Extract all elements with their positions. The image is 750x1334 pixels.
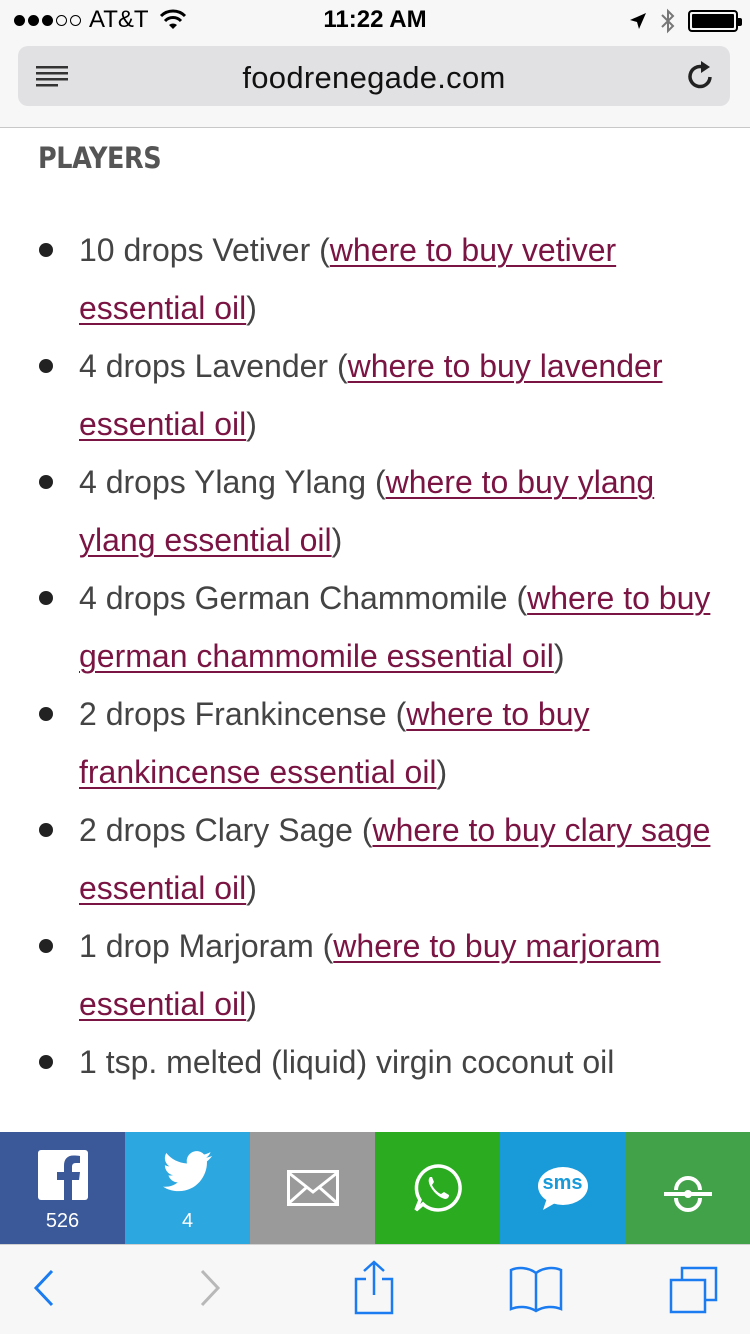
- facebook-share-count: 526: [45, 1210, 80, 1232]
- share-bar: 526 4 sms: [0, 1132, 750, 1244]
- item-suffix: ): [246, 406, 257, 442]
- ingredient-list: 10 drops Vetiver (where to buy vetiver e…: [0, 221, 750, 1091]
- item-text: 10 drops Vetiver (: [79, 232, 330, 268]
- more-share-button[interactable]: [625, 1132, 750, 1244]
- facebook-share-button[interactable]: 526: [0, 1132, 125, 1244]
- item-text: 1 tsp. melted (liquid) virgin coconut oi…: [79, 1044, 615, 1080]
- article-content: PLAYERS 10 drops Vetiver (where to buy v…: [0, 129, 750, 1132]
- list-item: 1 drop Marjoram (where to buy marjoram e…: [0, 917, 750, 1033]
- address-bar[interactable]: foodrenegade.com: [18, 46, 730, 106]
- item-suffix: ): [553, 638, 565, 674]
- location-arrow-icon: [630, 13, 646, 29]
- item-text: 2 drops Clary Sage (: [79, 812, 373, 848]
- sms-label: sms: [542, 1172, 583, 1194]
- item-suffix: ): [246, 870, 257, 906]
- twitter-share-count: 4: [181, 1210, 194, 1232]
- item-suffix: ): [246, 290, 257, 326]
- share-icon[interactable]: [352, 1259, 396, 1317]
- whatsapp-share-button[interactable]: [375, 1132, 500, 1244]
- status-right: [628, 8, 742, 34]
- sms-share-button[interactable]: sms: [500, 1132, 625, 1244]
- tabs-icon[interactable]: [668, 1265, 720, 1315]
- bluetooth-icon: [661, 8, 675, 34]
- email-icon: [286, 1170, 339, 1206]
- facebook-icon: [37, 1150, 88, 1200]
- item-text: 2 drops Frankincense (: [79, 696, 407, 732]
- list-item: 2 drops Frankincense (where to buy frank…: [0, 685, 750, 801]
- item-text: 4 drops Ylang Ylang (: [79, 464, 386, 500]
- twitter-icon: [162, 1151, 212, 1192]
- forward-icon[interactable]: [198, 1265, 224, 1311]
- item-text: 1 drop Marjoram (: [79, 928, 334, 964]
- list-item: 4 drops German Chammomile (where to buy …: [0, 569, 750, 685]
- whatsapp-icon: [413, 1164, 462, 1212]
- battery-icon: [688, 10, 742, 32]
- item-suffix: ): [436, 754, 448, 790]
- list-item: 2 drops Clary Sage (where to buy clary s…: [0, 801, 750, 917]
- status-bar: AT&T 11:22 AM: [0, 0, 750, 40]
- list-item: 1 tsp. melted (liquid) virgin coconut oi…: [0, 1033, 750, 1091]
- url-text[interactable]: foodrenegade.com: [18, 60, 730, 96]
- item-text: 4 drops German Chammomile (: [79, 580, 528, 616]
- bookmarks-icon[interactable]: [508, 1265, 564, 1313]
- section-heading: PLAYERS: [38, 141, 162, 175]
- back-icon[interactable]: [30, 1265, 56, 1311]
- browser-toolbar: [0, 1244, 750, 1334]
- list-item: 4 drops Ylang Ylang (where to buy ylang …: [0, 453, 750, 569]
- reload-icon[interactable]: [686, 59, 716, 91]
- twitter-share-button[interactable]: 4: [125, 1132, 250, 1244]
- item-suffix: ): [246, 986, 257, 1022]
- item-suffix: ): [331, 522, 343, 558]
- list-item: 10 drops Vetiver (where to buy vetiver e…: [0, 221, 750, 337]
- item-text: 4 drops Lavender (: [79, 348, 348, 384]
- browser-nav-bar: foodrenegade.com: [0, 40, 750, 128]
- email-share-button[interactable]: [250, 1132, 375, 1244]
- share-more-icon: [663, 1176, 712, 1212]
- list-item: 4 drops Lavender (where to buy lavender …: [0, 337, 750, 453]
